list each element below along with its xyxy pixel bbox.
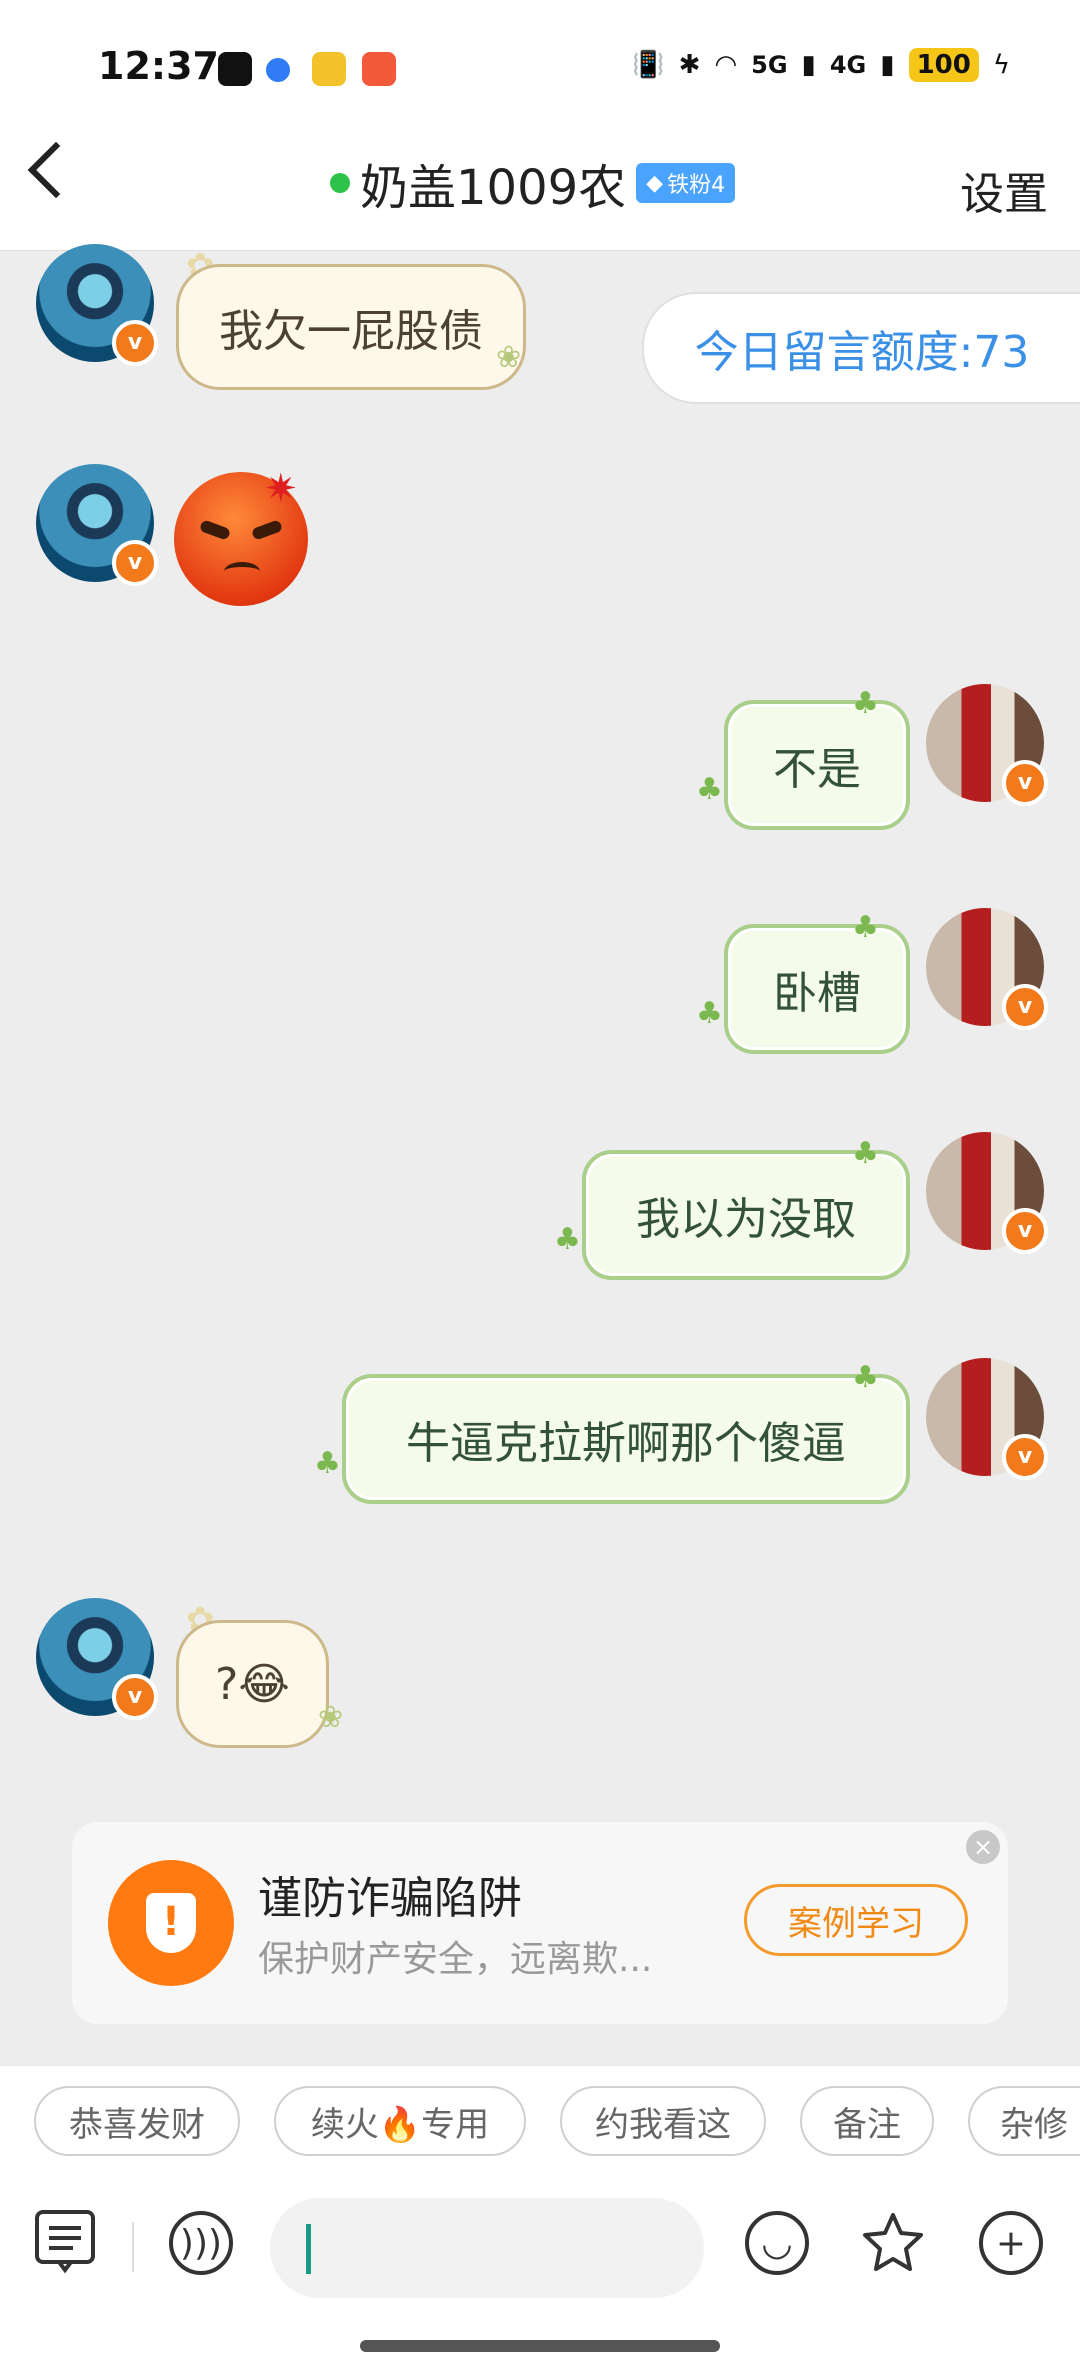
- message-bubble-incoming[interactable]: ?😂: [176, 1620, 329, 1748]
- home-indicator[interactable]: [360, 2340, 720, 2352]
- text-caret: [306, 2224, 311, 2274]
- message-bubble-incoming[interactable]: 我欠一屁股债: [176, 264, 526, 390]
- shield-mark: !: [146, 1893, 196, 1953]
- emoji-face-icon[interactable]: ◡: [742, 2208, 812, 2278]
- star-svg: [863, 2213, 923, 2271]
- contact-avatar[interactable]: v: [36, 464, 158, 586]
- sticker-star-icon[interactable]: [858, 2208, 928, 2278]
- clover-decoration-icon: ♣: [852, 1136, 879, 1171]
- angry-face-emoji-icon[interactable]: ✷: [174, 466, 308, 606]
- clover-decoration-icon: ♣: [696, 996, 723, 1031]
- app-notification-icon: [362, 52, 396, 86]
- add-plus-icon[interactable]: +: [976, 2208, 1046, 2278]
- signal-5g: 5G: [751, 51, 788, 79]
- message-text: 牛逼克拉斯啊那个傻逼: [406, 1418, 846, 1469]
- status-icons: 📳 ✱ ◠ 5G ▮ 4G ▮ 100 ϟ: [632, 48, 1010, 82]
- bluetooth-icon: ✱: [678, 50, 701, 80]
- verified-badge-icon: v: [1002, 1208, 1048, 1254]
- my-avatar[interactable]: v: [926, 908, 1048, 1030]
- verified-badge-icon: v: [1002, 984, 1048, 1030]
- quick-reply-chip[interactable]: 备注: [800, 2086, 934, 2156]
- top-bar: 12:37 📳 ✱ ◠ 5G ▮ 4G ▮ 100 ϟ 奶盖1009农 ◆ 铁粉…: [0, 0, 1080, 251]
- toolbar-divider: [132, 2222, 134, 2272]
- clover-decoration-icon: ♣: [696, 772, 723, 807]
- my-avatar[interactable]: v: [926, 684, 1048, 806]
- wifi-icon: ◠: [714, 50, 738, 80]
- tulip-decoration-icon: ❀: [318, 1700, 344, 1735]
- case-study-button[interactable]: 案例学习: [744, 1884, 968, 1956]
- message-input[interactable]: [270, 2198, 704, 2298]
- tulip-decoration-icon: ❀: [496, 340, 522, 375]
- signal-bars-icon-2: ▮: [880, 50, 895, 80]
- quick-reply-chip[interactable]: 恭喜发财: [34, 2086, 240, 2156]
- verified-badge-icon: v: [112, 320, 158, 366]
- status-time: 12:37: [98, 44, 219, 88]
- my-avatar[interactable]: v: [926, 1358, 1048, 1480]
- capcut-app-icon: [218, 52, 252, 86]
- fraud-card-subtitle: 保护财产安全，远离欺...: [258, 1939, 653, 1980]
- vibrate-icon: 📳: [632, 50, 665, 80]
- fraud-warning-card: ! 谨防诈骗陷阱 保护财产安全，远离欺... 案例学习 ×: [72, 1822, 1008, 2024]
- settings-button[interactable]: 设置: [960, 158, 1048, 222]
- message-bubble-outgoing[interactable]: 不是: [724, 700, 910, 830]
- emoji-eye: [250, 519, 284, 541]
- emoji-face-circle: ◡: [745, 2211, 809, 2275]
- fraud-card-title: 谨防诈骗陷阱: [258, 1873, 522, 1924]
- signal-bars-icon: ▮: [801, 50, 816, 80]
- contact-avatar[interactable]: v: [36, 244, 158, 366]
- text-menu-svg: [35, 2210, 95, 2274]
- back-chevron-icon[interactable]: [27, 141, 85, 199]
- emoji-mouth: [224, 562, 260, 581]
- verified-badge-icon: v: [112, 540, 158, 586]
- text-menu-icon[interactable]: [30, 2208, 100, 2278]
- clover-decoration-icon: ♣: [852, 910, 879, 945]
- quick-reply-chip[interactable]: 续火🔥专用: [274, 2086, 526, 2156]
- plus-circle: +: [979, 2211, 1043, 2275]
- shield-warning-icon: !: [108, 1860, 234, 1986]
- clover-decoration-icon: ♣: [314, 1446, 341, 1481]
- message-text: 不是: [773, 744, 861, 795]
- contact-avatar[interactable]: v: [36, 1598, 158, 1720]
- daily-quota-pill: 今日留言额度:73: [642, 292, 1080, 404]
- clover-decoration-icon: ♣: [554, 1222, 581, 1257]
- quota-text: 今日留言额度:73: [694, 327, 1030, 378]
- message-bubble-outgoing[interactable]: 牛逼克拉斯啊那个傻逼: [342, 1374, 910, 1504]
- battery-level: 100: [908, 48, 979, 82]
- blue-app-icon: [266, 58, 290, 82]
- anger-symbol-icon: ✷: [264, 466, 298, 512]
- signal-4g: 4G: [829, 51, 867, 79]
- my-avatar[interactable]: v: [926, 1132, 1048, 1254]
- clover-decoration-icon: ♣: [852, 1360, 879, 1395]
- verified-badge-icon: v: [1002, 760, 1048, 806]
- message-text: 我欠一屁股债: [219, 306, 483, 357]
- quick-reply-chip[interactable]: 杂修: [968, 2086, 1080, 2156]
- verified-badge-icon: v: [112, 1674, 158, 1720]
- weibo-app-icon: [312, 52, 346, 86]
- charging-icon: ϟ: [992, 50, 1010, 80]
- diamond-icon: ◆: [646, 170, 664, 196]
- clover-decoration-icon: ♣: [852, 686, 879, 721]
- quick-reply-chip[interactable]: 约我看这: [560, 2086, 766, 2156]
- chat-header: 奶盖1009农 ◆ 铁粉4: [330, 148, 736, 218]
- fan-level-badge: ◆ 铁粉4: [636, 163, 736, 203]
- message-text: 卧槽: [773, 968, 861, 1019]
- online-status-dot: [330, 173, 350, 193]
- voice-icon[interactable]: ))): [166, 2208, 236, 2278]
- verified-badge-icon: v: [1002, 1434, 1048, 1480]
- emoji-eye: [198, 519, 232, 541]
- message-text: 我以为没取: [636, 1194, 856, 1245]
- message-text: ?😂: [215, 1658, 290, 1710]
- chat-title: 奶盖1009农: [360, 160, 627, 216]
- close-icon[interactable]: ×: [966, 1830, 1000, 1864]
- message-bubble-outgoing[interactable]: 卧槽: [724, 924, 910, 1054]
- voice-icon-circle: ))): [169, 2211, 233, 2275]
- fan-badge-label: 铁粉4: [667, 173, 726, 198]
